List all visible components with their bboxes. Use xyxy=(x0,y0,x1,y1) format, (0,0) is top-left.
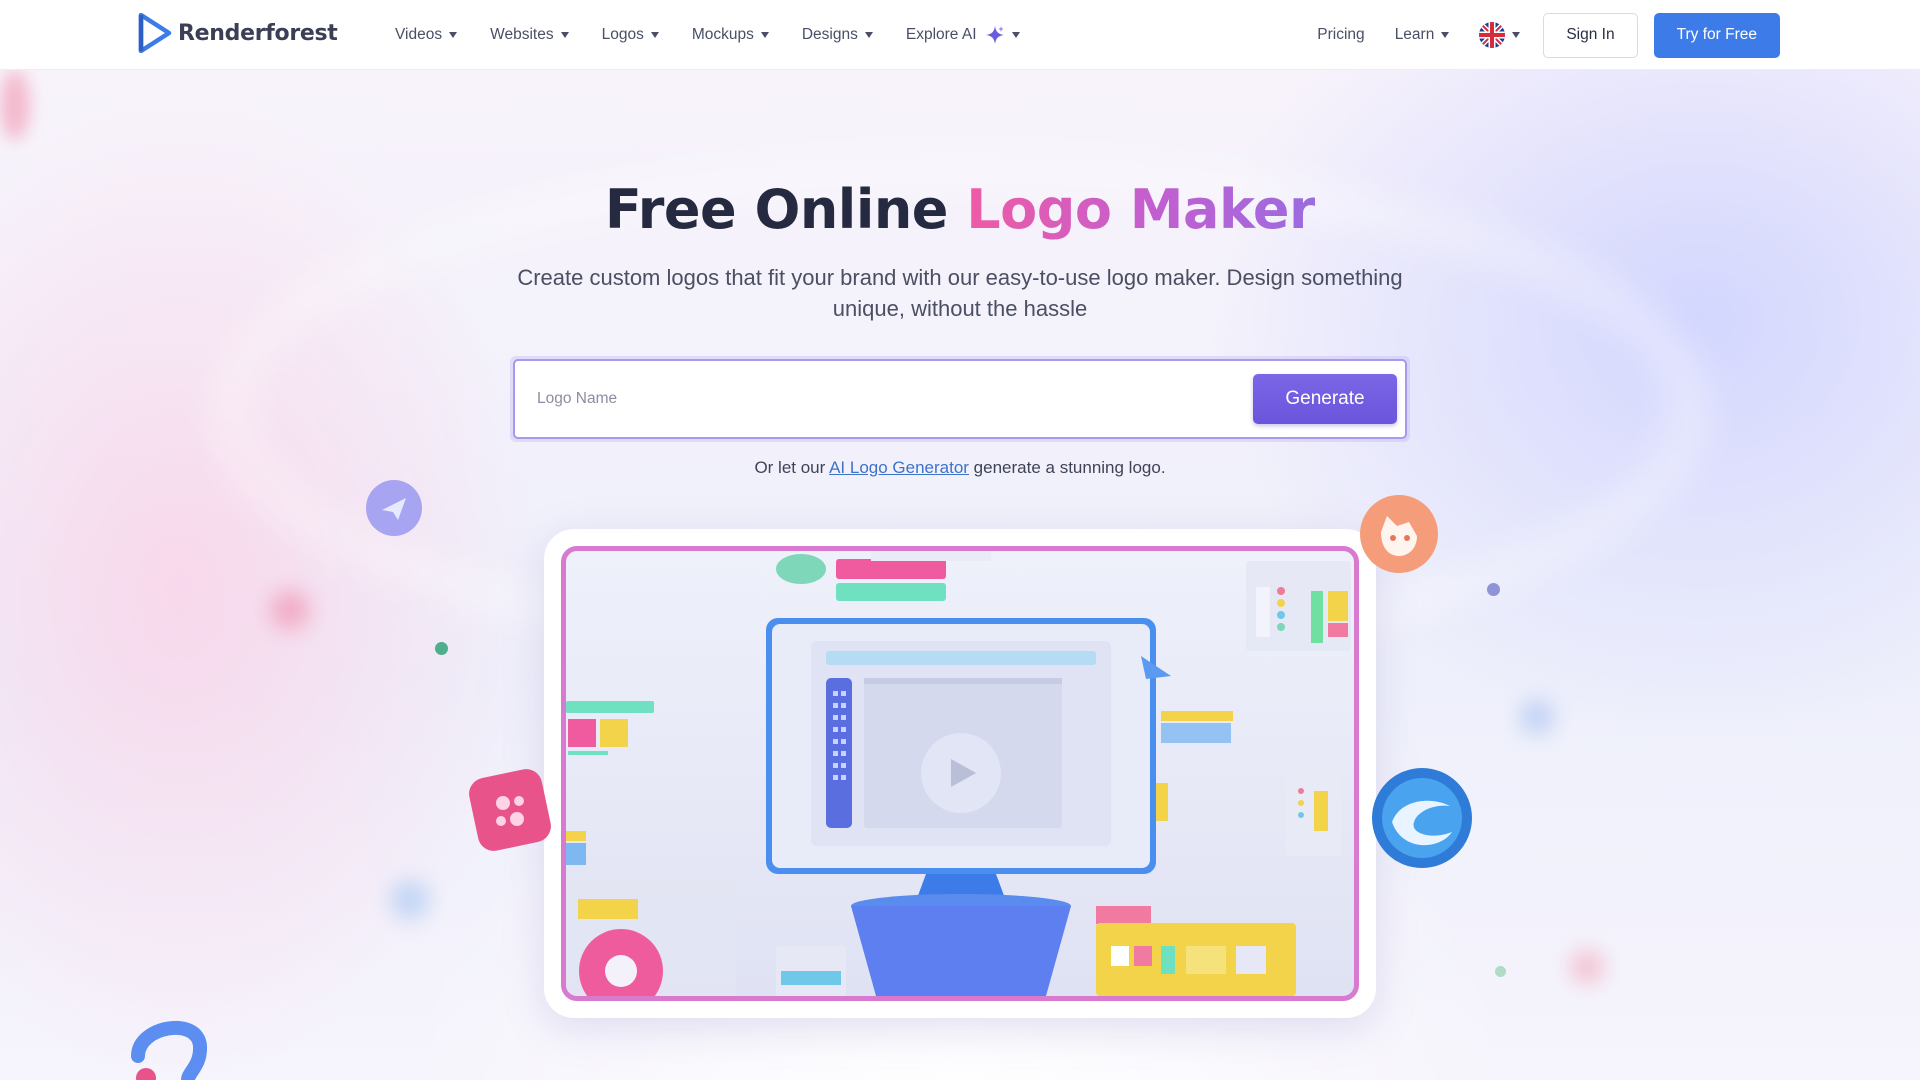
language-selector[interactable] xyxy=(1479,22,1521,48)
menu-videos[interactable]: Videos xyxy=(395,26,458,44)
decor-blur xyxy=(390,880,430,920)
caret-down-icon xyxy=(1011,32,1020,38)
showcase-video[interactable] xyxy=(561,546,1359,1001)
uk-flag-icon xyxy=(1479,22,1506,48)
ai-logo-generator-link[interactable]: AI Logo Generator xyxy=(829,458,969,477)
brand-logo[interactable]: Renderforest xyxy=(138,13,338,53)
logo-name-box: Generate xyxy=(513,359,1407,439)
menu-mockups[interactable]: Mockups xyxy=(692,26,769,44)
decor-blur xyxy=(1570,950,1604,984)
caret-down-icon xyxy=(1441,32,1450,38)
caret-down-icon xyxy=(760,32,769,38)
title-accent: Logo Maker xyxy=(966,178,1316,241)
swirl-sphere-icon xyxy=(1372,768,1472,868)
right-navigation: Pricing Learn Sign In Try for Free xyxy=(1317,0,1780,70)
decor-blur xyxy=(1520,700,1554,734)
menu-logos[interactable]: Logos xyxy=(602,26,659,44)
menu-label: Websites xyxy=(490,26,554,43)
decor-blur xyxy=(270,590,310,630)
caret-down-icon xyxy=(1512,32,1521,38)
pink-dice-icon xyxy=(469,769,551,851)
generate-button[interactable]: Generate xyxy=(1253,374,1397,424)
decor-dot xyxy=(1495,966,1506,977)
menu-label: Designs xyxy=(801,26,858,43)
pricing-link[interactable]: Pricing xyxy=(1317,26,1364,44)
logo-name-input[interactable] xyxy=(537,390,1253,408)
caret-down-icon xyxy=(650,32,659,38)
3d-shape-icon xyxy=(131,1021,207,1080)
learn-menu[interactable]: Learn xyxy=(1395,26,1450,44)
decor-blur xyxy=(0,70,30,140)
menu-label: Logos xyxy=(601,26,644,43)
menu-websites[interactable]: Websites xyxy=(490,26,569,44)
caret-down-icon xyxy=(449,32,458,38)
menu-label: Videos xyxy=(395,26,443,43)
brand-name: Renderforest xyxy=(178,20,338,46)
sign-in-button[interactable]: Sign In xyxy=(1543,12,1638,58)
ai-prefix: Or let our xyxy=(754,458,830,477)
menu-label: Mockups xyxy=(691,26,754,43)
sparkle-icon xyxy=(985,26,1004,44)
menu-label: Explore AI xyxy=(905,26,977,43)
decor-dot xyxy=(435,642,448,655)
logo-name-form: Generate xyxy=(510,356,1410,442)
hero-subtitle: Create custom logos that fit your brand … xyxy=(517,265,1403,321)
page-title: Free Online Logo Maker xyxy=(0,178,1920,241)
try-for-free-button[interactable]: Try for Free xyxy=(1653,12,1780,58)
ai-suffix: generate a stunning logo. xyxy=(968,458,1166,477)
learn-label: Learn xyxy=(1394,26,1435,43)
menu-explore-ai[interactable]: Explore AI xyxy=(906,25,1020,45)
top-navigation: Renderforest Videos Websites Logos Mocku… xyxy=(0,0,1920,70)
cat-face-bubble-icon xyxy=(1360,495,1438,573)
caret-down-icon xyxy=(560,32,569,38)
title-main: Free Online xyxy=(604,178,967,241)
main-menu: Videos Websites Logos Mockups Designs Ex… xyxy=(395,0,1053,70)
showcase-illustration xyxy=(566,551,1351,996)
paper-plane-bubble-icon xyxy=(366,480,422,536)
renderforest-logo-icon xyxy=(138,13,172,53)
caret-down-icon xyxy=(864,32,873,38)
menu-designs[interactable]: Designs xyxy=(802,26,873,44)
decor-dot xyxy=(1487,583,1500,596)
ai-generator-line: Or let our AI Logo Generator generate a … xyxy=(0,458,1920,478)
